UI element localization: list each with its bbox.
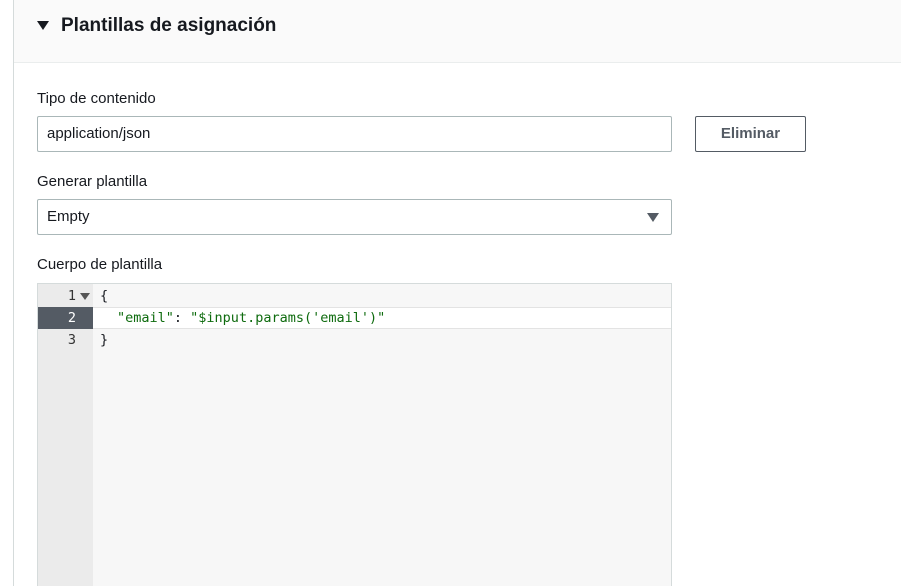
- json-separator: :: [173, 310, 191, 326]
- content-type-label: Tipo de contenido: [37, 90, 156, 107]
- line-number: 2: [67, 310, 76, 326]
- code-line[interactable]: 3 }: [38, 329, 671, 351]
- json-value: "$input.params('email')": [190, 310, 386, 326]
- line-number: 3: [67, 332, 76, 348]
- json-key: "email": [117, 310, 174, 326]
- code-line[interactable]: 1 {: [38, 285, 671, 307]
- section-title[interactable]: Plantillas de asignación: [61, 14, 276, 38]
- code-text: "email": "$input.params('email')": [117, 308, 385, 328]
- delete-button[interactable]: Eliminar: [695, 116, 806, 152]
- line-number: 1: [67, 288, 76, 304]
- caret-down-icon[interactable]: [37, 21, 49, 30]
- fold-arrow-icon[interactable]: [80, 293, 90, 300]
- generate-template-selected-value: Empty: [47, 208, 90, 225]
- template-body-editor[interactable]: 1 { 2 "email": "$input.params('email')" …: [37, 283, 672, 586]
- caret-down-icon[interactable]: [647, 213, 659, 222]
- code-text: {: [100, 288, 109, 304]
- code-text: }: [100, 332, 109, 348]
- generate-template-label: Generar plantilla: [37, 173, 148, 190]
- content-type-input[interactable]: application/json: [37, 116, 672, 152]
- code-line-active[interactable]: 2 "email": "$input.params('email')": [38, 307, 671, 329]
- generate-template-select[interactable]: Empty: [37, 199, 672, 235]
- mapping-templates-panel: Plantillas de asignación Tipo de conteni…: [0, 0, 901, 586]
- panel-left-border: [13, 0, 14, 586]
- template-body-label: Cuerpo de plantilla: [37, 256, 163, 273]
